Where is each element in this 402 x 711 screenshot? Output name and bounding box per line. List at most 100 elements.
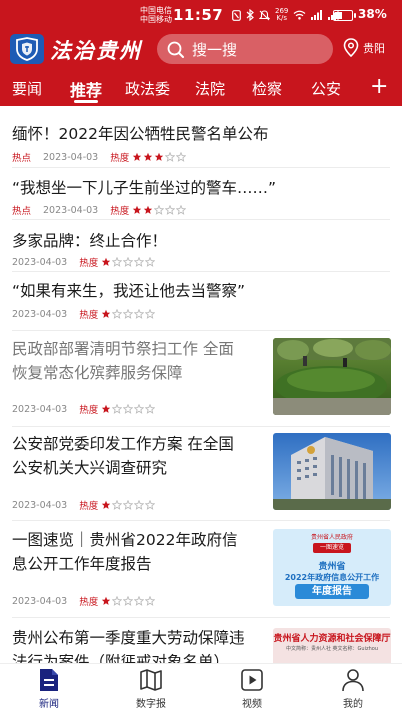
report-line-1: 贵州省 — [318, 562, 346, 572]
nav-news[interactable]: 新闻 — [19, 668, 79, 710]
news-title-line-1: 贵州公布第一季度重大劳动保障违 — [12, 629, 245, 647]
news-title: 贵州公布第一季度重大劳动保障违 法行为案件（附惩戒对象名单） — [12, 626, 245, 663]
battery-fill — [335, 12, 342, 19]
news-title-line-2: 息公开工作年度报告 — [12, 555, 152, 573]
video-play-icon — [241, 669, 263, 691]
bottom-nav: 新闻 数字报 视频 我的 — [0, 663, 402, 711]
news-item[interactable]: “我想坐一下儿子生前坐过的警车……” 热点 2023-04-03 热度 — [0, 168, 402, 220]
plus-icon[interactable]: + — [370, 74, 388, 99]
hot-star-empty-icon — [176, 205, 187, 215]
hot-star-filled-icon — [133, 152, 142, 161]
hot-rating — [101, 500, 156, 510]
carrier-2: 中国移动 — [140, 15, 172, 24]
bluetooth-icon — [246, 9, 254, 21]
news-item[interactable]: “如果有来生，我还让他去当警察” 2023-04-03 热度 — [0, 272, 402, 334]
tab-fayuan[interactable]: 法院 — [195, 78, 225, 99]
hot-star-empty-icon — [123, 309, 134, 319]
tab-zhengfawei[interactable]: 政法委 — [125, 78, 170, 99]
app-header: 中国电信 中国移动 11:57 269 K/s 38% 法治贵州 搜一搜 贵阳 … — [0, 0, 402, 106]
news-title-line-1: 一图速览｜贵州省2022年政府信 — [12, 531, 238, 549]
hot-star-empty-icon — [134, 257, 145, 267]
news-item-with-image[interactable]: 一图速览｜贵州省2022年政府信 息公开工作年度报告 2023-04-03 热度… — [0, 522, 402, 618]
hot-star-filled-icon — [133, 205, 142, 214]
status-time: 11:57 — [173, 6, 224, 24]
news-item-with-image[interactable]: 公安部党委印发工作方案 在全国 公安机关大兴调查研究 2023-04-03 热度 — [0, 428, 402, 521]
nav-profile[interactable]: 我的 — [323, 668, 383, 710]
news-thumbnail-park-hedge[interactable] — [273, 338, 391, 415]
net-speed: 269 K/s — [275, 8, 288, 22]
news-document-icon — [40, 669, 58, 691]
news-title: 缅怀！2022年因公牺牲民警名单公布 — [12, 125, 269, 143]
hot-rating — [132, 205, 187, 215]
hot-star-empty-icon — [134, 596, 145, 606]
location-selector[interactable]: 贵阳 — [343, 38, 385, 57]
signal-1-icon — [311, 10, 323, 20]
hot-label: 热度 — [79, 405, 99, 416]
nav-label: 我的 — [343, 699, 363, 710]
hot-star-empty-icon — [165, 152, 176, 162]
hot-star-empty-icon — [112, 500, 123, 510]
hot-rating — [101, 404, 156, 414]
news-tag: 热点 — [12, 206, 32, 217]
news-title-line-2: 恢复常态化殡葬服务保障 — [12, 364, 183, 382]
hot-star-filled-icon — [144, 152, 153, 161]
news-title: 民政部部署清明节祭扫工作 全面 恢复常态化殡葬服务保障 — [12, 337, 234, 385]
news-meta: 2023-04-03 热度 — [12, 307, 156, 321]
report-org-name: 贵州省人民政府 — [310, 534, 353, 541]
report-line-2: 2022年政府信息公开工作 — [284, 573, 380, 582]
news-date: 2023-04-03 — [12, 595, 68, 607]
divider — [12, 520, 390, 521]
hot-star-empty-icon — [145, 309, 156, 319]
hot-star-empty-icon — [112, 257, 123, 267]
hot-rating — [101, 309, 156, 319]
tab-jiancha[interactable]: 检察 — [252, 78, 282, 99]
news-tag: 热点 — [12, 153, 32, 164]
news-meta: 2023-04-03 热度 — [12, 255, 156, 269]
tab-tuijian[interactable]: 推荐 — [70, 77, 102, 101]
hot-star-filled-icon — [102, 309, 111, 318]
nav-label: 视频 — [242, 699, 262, 710]
hot-star-empty-icon — [145, 404, 156, 414]
active-tab-indicator — [74, 100, 98, 103]
user-profile-icon — [342, 669, 364, 692]
news-meta: 2023-04-03 热度 — [12, 498, 156, 512]
battery-percent: 38% — [358, 7, 387, 21]
news-thumbnail-police-building[interactable] — [273, 433, 391, 510]
hot-star-empty-icon — [134, 309, 145, 319]
location-pin-icon — [343, 38, 359, 57]
nav-label: 新闻 — [39, 699, 59, 710]
tab-gongan[interactable]: 公安 — [311, 78, 341, 99]
news-meta: 热点 2023-04-03 热度 — [12, 203, 187, 217]
news-thumbnail-labor-dept[interactable]: 贵州省人力资源和社会保障厅 中文简称：贵州人社 英文名称：Guizhou — [273, 628, 391, 663]
hot-star-empty-icon — [145, 500, 156, 510]
tab-yaowen[interactable]: 要闻 — [12, 78, 42, 99]
report-badge: 一图速览 — [313, 543, 351, 553]
status-icons: 269 K/s — [232, 8, 340, 22]
category-tabs: 要闻 推荐 政法委 法院 检察 公安 + — [0, 72, 402, 106]
search-placeholder: 搜一搜 — [192, 40, 238, 59]
hot-star-empty-icon — [112, 596, 123, 606]
news-thumbnail-annual-report[interactable]: 贵州省人民政府 一图速览 贵州省 2022年政府信息公开工作 年度报告 — [273, 529, 391, 606]
nav-label: 数字报 — [136, 699, 166, 710]
news-title: 公安部党委印发工作方案 在全国 公安机关大兴调查研究 — [12, 432, 234, 480]
nav-digital-paper[interactable]: 数字报 — [121, 668, 181, 710]
news-date: 2023-04-03 — [12, 403, 68, 415]
news-item-with-image[interactable]: 民政部部署清明节祭扫工作 全面 恢复常态化殡葬服务保障 2023-04-03 热… — [0, 332, 402, 427]
battery-icon — [333, 10, 356, 21]
hot-star-empty-icon — [165, 205, 176, 215]
news-feed[interactable]: 缅怀！2022年因公牺牲民警名单公布 热点 2023-04-03 热度 “我想坐… — [0, 106, 402, 663]
hot-star-filled-icon — [155, 152, 164, 161]
news-item[interactable]: 多家品牌：终止合作！ 2023-04-03 热度 — [0, 220, 402, 272]
hot-star-empty-icon — [123, 500, 134, 510]
hot-rating — [101, 257, 156, 267]
news-item-with-image[interactable]: 贵州公布第一季度重大劳动保障违 法行为案件（附惩戒对象名单） 贵州省人力资源和社… — [0, 618, 402, 663]
search-bar[interactable]: 搜一搜 — [157, 34, 333, 64]
net-speed-unit: K/s — [276, 14, 287, 22]
news-item[interactable]: 缅怀！2022年因公牺牲民警名单公布 热点 2023-04-03 热度 — [0, 106, 402, 168]
carrier-info: 中国电信 中国移动 — [140, 6, 172, 24]
nfc-icon — [232, 9, 241, 21]
hot-star-empty-icon — [134, 404, 145, 414]
hot-rating — [132, 152, 187, 162]
hot-label: 热度 — [110, 153, 130, 164]
nav-video[interactable]: 视频 — [222, 668, 282, 710]
